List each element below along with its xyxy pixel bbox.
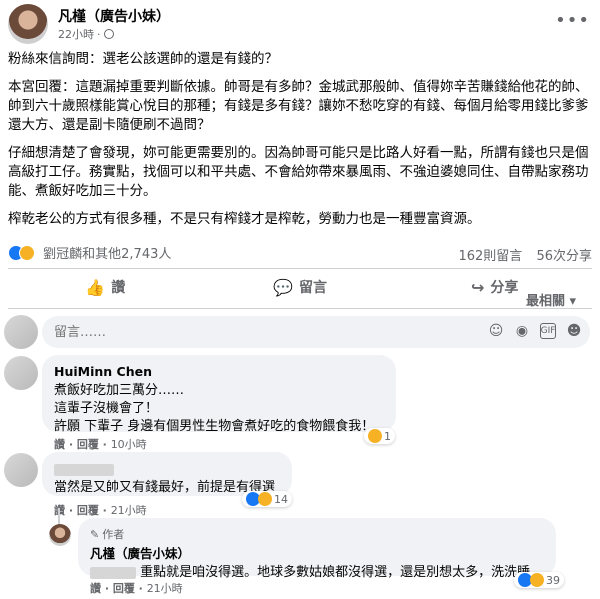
sticker-icon[interactable]: ☻ bbox=[566, 323, 582, 339]
comment-reply-link[interactable]: 回覆 bbox=[77, 504, 99, 517]
comment-reactions[interactable]: 1 bbox=[364, 428, 395, 444]
comment-bubble: HuiMinn Chen 煮飯好吃加三萬分…… 這輩子沒機會了！ 許願 下輩子 … bbox=[42, 355, 396, 434]
share-icon: ↪ bbox=[470, 277, 485, 297]
post-meta: 22小時 · bbox=[58, 26, 114, 42]
comment-reply-link[interactable]: 回覆 bbox=[77, 438, 99, 451]
author-avatar[interactable] bbox=[8, 4, 48, 44]
reply-reactions[interactable]: 39 bbox=[514, 572, 564, 588]
comment-like-link[interactable]: 讚 bbox=[54, 438, 65, 451]
comment-input[interactable] bbox=[42, 316, 422, 348]
reactions-summary[interactable]: 劉冠麟和其他2,743人 bbox=[43, 247, 171, 262]
author-badge-icon: ✎ bbox=[90, 528, 100, 541]
like-button[interactable]: 👍 讚 bbox=[8, 270, 203, 304]
haha-reaction-icon bbox=[530, 573, 544, 587]
comment-line: 這輩子沒機會了！ bbox=[54, 401, 159, 416]
post-paragraph: 本宮回覆：這題漏掉重要判斷依據。帥哥是有多帥？金城武那般帥、值得妳辛苦賺錢給他花… bbox=[8, 79, 589, 133]
reaction-count: 14 bbox=[274, 492, 288, 506]
comment-icon: 💬 bbox=[273, 277, 293, 297]
comment-button[interactable]: 💬 留言 bbox=[203, 270, 398, 304]
comment-label: 留言 bbox=[298, 280, 327, 296]
commenter-name[interactable]: HuiMinn Chen bbox=[54, 363, 384, 381]
post-time[interactable]: 22小時 bbox=[58, 26, 94, 42]
haha-reaction-icon[interactable] bbox=[19, 244, 35, 261]
camera-icon[interactable]: ◉ bbox=[514, 323, 530, 339]
author-avatar[interactable] bbox=[49, 524, 71, 546]
reply-author-name[interactable]: 凡槿（廣告小妹） bbox=[90, 545, 544, 563]
post-header: 凡槿（廣告小妹） 22小時 · ••• bbox=[8, 4, 592, 44]
gif-icon[interactable]: GIF bbox=[540, 323, 556, 339]
more-horizontal-icon[interactable]: ••• bbox=[555, 10, 590, 31]
sort-dropdown[interactable]: 最相關 ▾ bbox=[526, 290, 576, 309]
post-paragraph: 粉絲來信詢問：選老公該選帥的還是有錢的？ bbox=[8, 51, 278, 67]
post-stats: 劉冠麟和其他2,743人 162則留言 56次分享 bbox=[8, 243, 592, 265]
reaction-count: 39 bbox=[546, 573, 560, 587]
post-body: 粉絲來信詢問：選老公該選帥的還是有錢的？ 本宮回覆：這題漏掉重要判斷依據。帥哥是… bbox=[8, 50, 592, 238]
divider bbox=[8, 268, 592, 269]
comment-reactions[interactable]: 14 bbox=[242, 491, 292, 507]
reply-like-link[interactable]: 讚 bbox=[90, 582, 101, 595]
comment-line: 許願 下輩子 身邊有個男性生物會煮好吃的食物餵食我！ bbox=[54, 419, 375, 434]
comment-time[interactable]: 21小時 bbox=[111, 504, 147, 517]
tagged-user[interactable] bbox=[90, 566, 136, 579]
share-label: 分享 bbox=[490, 280, 519, 296]
thumbs-up-icon: 👍 bbox=[85, 277, 106, 297]
reply-reply-link[interactable]: 回覆 bbox=[113, 582, 135, 595]
like-label: 讚 bbox=[111, 280, 126, 296]
comments-count[interactable]: 162則留言 bbox=[458, 249, 522, 264]
emoji-icon[interactable]: ☺ bbox=[488, 323, 504, 339]
reply-bubble: ✎ 作者 凡槿（廣告小妹） 重點就是咱沒得選。地球多數姑娘都沒得選，還是別想太多… bbox=[78, 518, 556, 580]
author-badge: ✎ 作者 bbox=[90, 526, 544, 544]
reply-time[interactable]: 21小時 bbox=[147, 582, 183, 595]
comment-links: 讚 · 回覆 · 21小時 bbox=[54, 502, 147, 518]
divider bbox=[8, 308, 592, 309]
shares-count[interactable]: 56次分享 bbox=[536, 249, 592, 264]
globe-icon bbox=[103, 29, 114, 39]
post-author-name[interactable]: 凡槿（廣告小妹） bbox=[58, 6, 170, 26]
commenter-name[interactable] bbox=[54, 460, 280, 478]
reply-text: 重點就是咱沒得選。地球多數姑娘都沒得選，還是別想太多，洗洗睡。 bbox=[140, 565, 544, 580]
comment-time[interactable]: 10小時 bbox=[111, 438, 147, 451]
commenter-avatar[interactable] bbox=[4, 356, 38, 390]
commenter-avatar[interactable] bbox=[4, 453, 38, 487]
reply-links: 讚 · 回覆 · 21小時 bbox=[90, 582, 183, 595]
comment-line: 煮飯好吃加三萬分…… bbox=[54, 383, 185, 398]
post-actions: 👍 讚 💬 留言 ↪ 分享 bbox=[8, 270, 592, 304]
post-paragraph: 榨乾老公的方式有很多種，不是只有榨錢才是榨乾，勞動力也是一種豐富資源。 bbox=[8, 211, 481, 227]
comment-bubble: 當然是又帥又有錢最好，前提是有得選 bbox=[42, 452, 292, 496]
reaction-count: 1 bbox=[384, 429, 391, 443]
haha-reaction-icon bbox=[368, 429, 382, 443]
comment-input-box: ☺ ◉ GIF ☻ bbox=[42, 316, 590, 348]
comment-links: 讚 · 回覆 · 10小時 bbox=[54, 438, 147, 451]
haha-reaction-icon bbox=[258, 492, 272, 506]
post-paragraph: 仔細想清楚了會發現，妳可能更需要別的。因為帥哥可能只是比路人好看一點，所謂有錢也… bbox=[8, 145, 589, 199]
current-user-avatar bbox=[4, 315, 38, 349]
blurred-name bbox=[54, 463, 114, 476]
author-badge-label: 作者 bbox=[102, 528, 125, 541]
